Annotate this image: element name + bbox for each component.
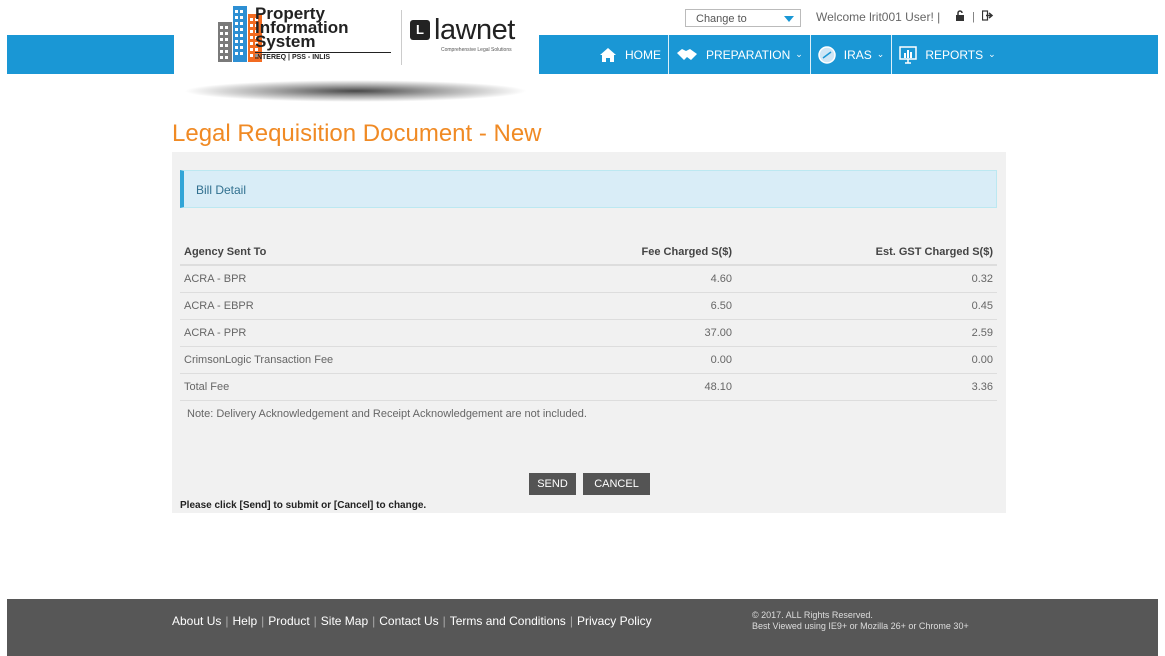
table-row: ACRA - EBPR 6.50 0.45 [180, 292, 997, 320]
submit-hint: Please click [Send] to submit or [Cancel… [180, 500, 427, 511]
footer-link-about[interactable]: About Us [172, 614, 221, 628]
bill-detail-header: Bill Detail [180, 170, 997, 208]
footer-sep: | [313, 614, 317, 628]
change-to-select[interactable]: Change to [685, 9, 801, 27]
footer-link-sitemap[interactable]: Site Map [321, 614, 368, 628]
nav-home-label: HOME [625, 47, 661, 62]
user-actions: | [955, 10, 994, 23]
send-button[interactable]: SEND [529, 473, 576, 495]
footer-sep: | [261, 614, 265, 628]
chevron-down-icon: ⌄ [988, 49, 996, 59]
nav-bar-left [7, 35, 174, 74]
table-row: ACRA - BPR 4.60 0.32 [180, 264, 997, 293]
gst-cell: 0.00 [736, 346, 997, 374]
welcome-text: Welcome lrit001 User! | [816, 10, 941, 24]
lock-icon[interactable] [955, 10, 965, 21]
lawnet-logo-icon: L [410, 20, 430, 40]
bill-detail-label: Bill Detail [196, 183, 247, 197]
table-row: CrimsonLogic Transaction Fee 0.00 0.00 [180, 346, 997, 374]
gst-cell: 2.59 [736, 319, 997, 347]
bill-table: Agency Sent To Fee Charged S($) Est. GST… [180, 240, 997, 401]
footer-link-privacy[interactable]: Privacy Policy [577, 614, 652, 628]
table-header-row: Agency Sent To Fee Charged S($) Est. GST… [180, 240, 997, 266]
table-row-total: Total Fee 48.10 3.36 [180, 373, 997, 401]
fee-cell: 0.00 [578, 346, 736, 374]
agency-cell: Total Fee [180, 373, 578, 401]
nav-preparation-label: PREPARATION [706, 47, 791, 62]
footer-sep: | [442, 614, 446, 628]
copyright-text: © 2017. ALL Rights Reserved. [752, 610, 873, 620]
gst-cell: 0.45 [736, 292, 997, 320]
fee-cell: 48.10 [578, 373, 736, 401]
report-chart-icon [899, 45, 918, 64]
gst-cell: 0.32 [736, 264, 997, 293]
gst-cell: 3.36 [736, 373, 997, 401]
footer-link-help[interactable]: Help [232, 614, 257, 628]
footer-link-terms[interactable]: Terms and Conditions [450, 614, 566, 628]
nav-reports-label: REPORTS [925, 47, 984, 62]
page-title: Legal Requisition Document - New [172, 120, 542, 147]
table-row: ACRA - PPR 37.00 2.59 [180, 319, 997, 347]
nav-home[interactable]: HOME [592, 35, 669, 74]
agency-cell: CrimsonLogic Transaction Fee [180, 346, 578, 374]
fee-cell: 37.00 [578, 319, 736, 347]
footer-link-product[interactable]: Product [268, 614, 309, 628]
footer-sep: | [569, 614, 573, 628]
dropdown-arrow-icon [784, 16, 794, 22]
lawnet-logo-text: lawnet [434, 14, 515, 46]
handshake-icon [677, 48, 697, 60]
lawnet-tagline: Comprehensive Legal Solutions [441, 47, 512, 53]
nav-reports[interactable]: REPORTS ⌄ [892, 35, 1002, 74]
fee-cell: 4.60 [578, 264, 736, 293]
agency-cell: ACRA - EBPR [180, 292, 578, 320]
logo-divider [401, 10, 402, 65]
pis-logo-text: Property Information System [255, 4, 349, 51]
logo-shadow [183, 80, 528, 102]
iras-icon [818, 45, 836, 64]
pis-logo-subtitle: INTEREQ | PSS - INLIS [255, 52, 391, 61]
change-to-value: Change to [696, 13, 747, 25]
column-header: Est. GST Charged S($) [736, 240, 997, 266]
footer: About Us | Help | Product | Site Map | Contact U… [7, 599, 1158, 656]
copyright: © 2017. ALL Rights Reserved. Best Viewed… [752, 610, 969, 632]
icon-separator: | [972, 11, 975, 23]
nav-preparation[interactable]: PREPARATION ⌄ [669, 35, 811, 74]
home-icon [600, 47, 616, 62]
footer-links: About Us | Help | Product | Site Map | Contact U… [172, 614, 652, 628]
fee-note: Note: Delivery Acknowledgement and Recei… [187, 408, 587, 420]
agency-cell: ACRA - BPR [180, 264, 578, 293]
column-header: Fee Charged S($) [578, 240, 736, 266]
nav-iras[interactable]: IRAS ⌄ [811, 35, 893, 74]
chevron-down-icon: ⌄ [795, 49, 803, 59]
main-nav: HOME PREPARATION ⌄ IRAS ⌄ REPORTS ⌄ [592, 35, 1003, 74]
agency-cell: ACRA - PPR [180, 319, 578, 347]
chevron-down-icon: ⌄ [876, 49, 885, 59]
footer-sep: | [225, 614, 229, 628]
fee-cell: 6.50 [578, 292, 736, 320]
cancel-button[interactable]: CANCEL [583, 473, 650, 495]
logout-icon[interactable] [981, 10, 994, 21]
column-header: Agency Sent To [180, 240, 578, 266]
nav-iras-label: IRAS [843, 47, 872, 62]
browser-support-text: Best Viewed using IE9+ or Mozilla 26+ or… [752, 621, 969, 631]
footer-sep: | [372, 614, 376, 628]
footer-link-contact[interactable]: Contact Us [379, 614, 438, 628]
